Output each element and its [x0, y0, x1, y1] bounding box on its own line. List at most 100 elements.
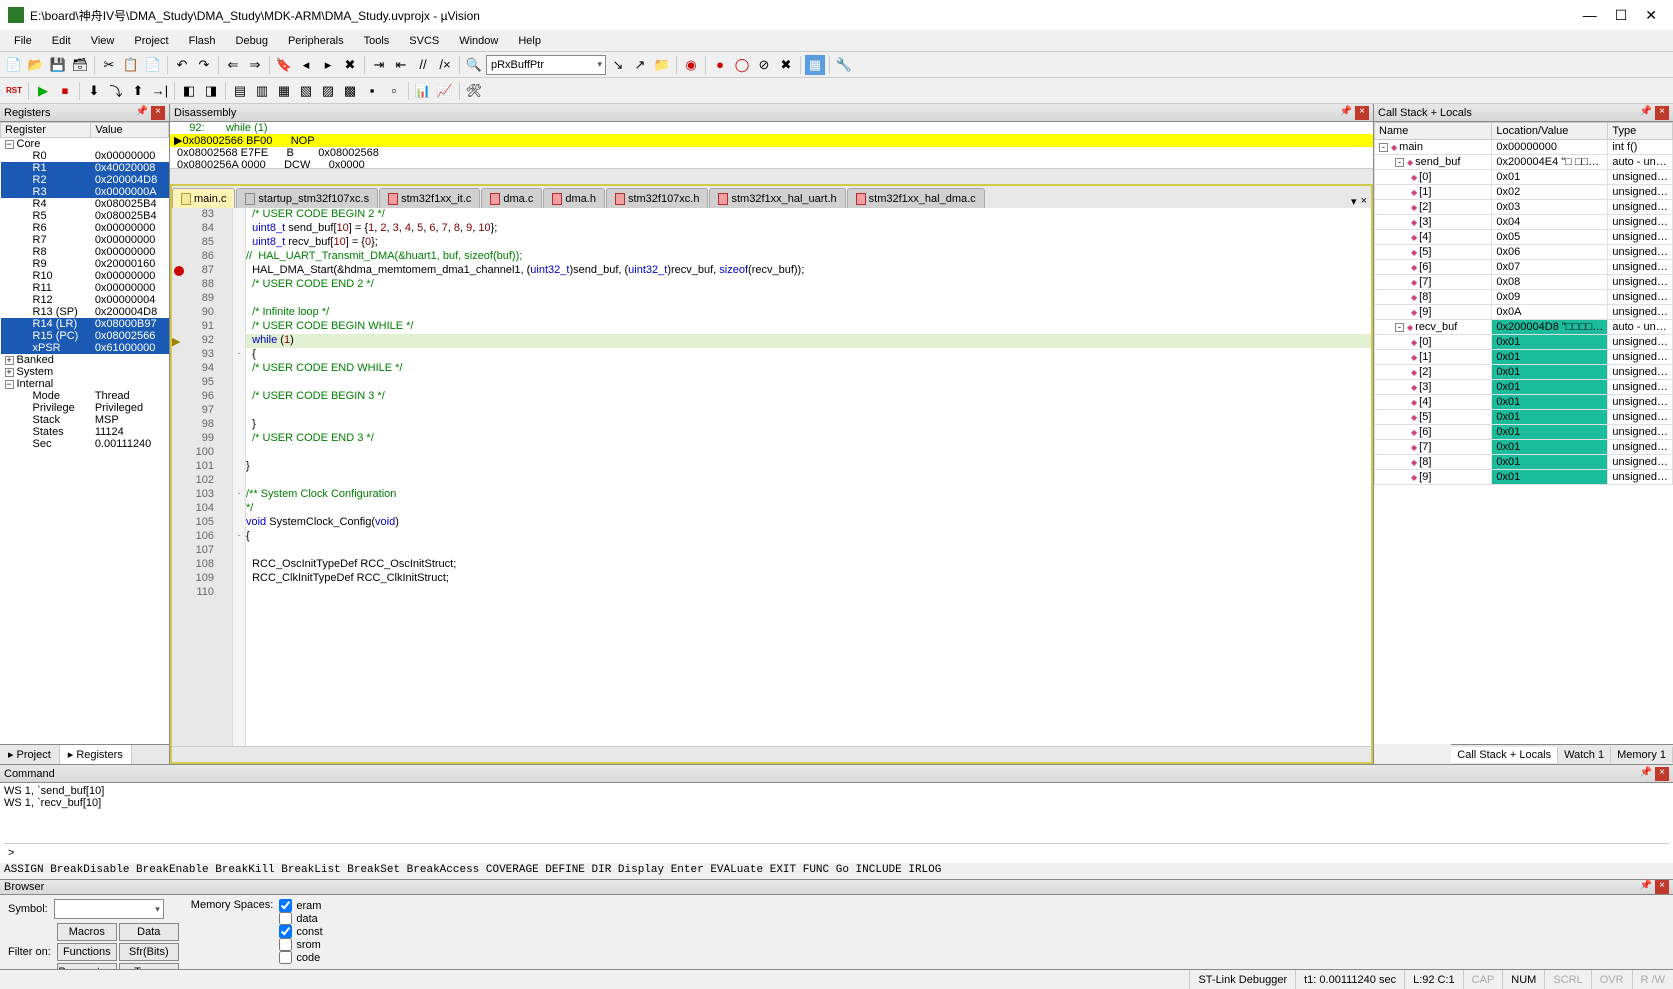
left-tab-registers[interactable]: ▸Registers	[60, 745, 132, 764]
memspace-checkbox[interactable]	[279, 951, 292, 964]
locals-row[interactable]: ◆[8]0x01unsigned…	[1375, 455, 1673, 470]
memspace-checkbox[interactable]	[279, 912, 292, 925]
editor-tab[interactable]: dma.h	[543, 188, 605, 208]
locals-row[interactable]: ◆[4]0x05unsigned…	[1375, 230, 1673, 245]
right-tab[interactable]: Watch 1	[1558, 747, 1611, 763]
locals-row[interactable]: ◆[1]0x02unsigned…	[1375, 185, 1673, 200]
locals-row[interactable]: ◆[9]0x0Aunsigned…	[1375, 305, 1673, 320]
locals-row[interactable]: -◆send_buf0x200004E4 "□ □□…auto - un…	[1375, 155, 1673, 170]
register-row[interactable]: R70x00000000	[1, 234, 169, 246]
code-line[interactable]: }	[246, 460, 1371, 474]
disasm-line[interactable]: 92: while (1)	[170, 122, 1373, 134]
code-line[interactable]	[246, 376, 1371, 390]
code-line[interactable]: /* USER CODE END 2 */	[246, 278, 1371, 292]
locals-row[interactable]: ◆[2]0x03unsigned…	[1375, 200, 1673, 215]
register-row[interactable]: R80x00000000	[1, 246, 169, 258]
bp-enable-icon[interactable]: ◯	[732, 55, 752, 75]
run-icon[interactable]: ▶	[33, 81, 53, 101]
stop-icon[interactable]: ⏹	[55, 81, 75, 101]
scrollbar[interactable]	[170, 168, 1373, 184]
register-group[interactable]: +Banked	[1, 354, 169, 366]
register-row[interactable]: R110x00000000	[1, 282, 169, 294]
nav-fwd-icon[interactable]: ⇒	[245, 55, 265, 75]
close-button[interactable]: ✕	[1645, 7, 1657, 24]
memspace-option[interactable]: srom	[279, 938, 322, 951]
code-line[interactable]: void SystemClock_Config(void)	[246, 516, 1371, 530]
locals-row[interactable]: ◆[5]0x06unsigned…	[1375, 245, 1673, 260]
bp-kill-icon[interactable]: ✖	[776, 55, 796, 75]
left-tab-project[interactable]: ▸Project	[0, 745, 60, 764]
browser-filter-button[interactable]: Functions	[57, 943, 117, 961]
find-icon[interactable]: 🔍	[464, 55, 484, 75]
menu-flash[interactable]: Flash	[179, 32, 226, 50]
locals-row[interactable]: ◆[8]0x09unsigned…	[1375, 290, 1673, 305]
editor-tab[interactable]: stm32f1xx_it.c	[379, 188, 480, 208]
cut-icon[interactable]: ✂	[99, 55, 119, 75]
locals-table[interactable]: NameLocation/ValueType -◆main0x00000000i…	[1374, 122, 1673, 744]
register-row[interactable]: R30x0000000A	[1, 186, 169, 198]
code-line[interactable]: /* USER CODE END 3 */	[246, 432, 1371, 446]
pin-icon[interactable]: 📌	[1639, 106, 1653, 120]
locals-row[interactable]: ◆[7]0x01unsigned…	[1375, 440, 1673, 455]
locals-row[interactable]: ◆[6]0x07unsigned…	[1375, 260, 1673, 275]
toolbox-icon[interactable]: 🛠	[464, 81, 484, 101]
register-row[interactable]: R120x00000004	[1, 294, 169, 306]
open-file-icon[interactable]: 📂	[26, 55, 46, 75]
menu-project[interactable]: Project	[124, 32, 178, 50]
register-row[interactable]: R00x00000000	[1, 150, 169, 162]
reset-icon[interactable]: RST	[4, 81, 24, 101]
serial-win-icon[interactable]: ▫	[384, 81, 404, 101]
redo-icon[interactable]: ↷	[194, 55, 214, 75]
register-row[interactable]: StackMSP	[1, 414, 169, 426]
menu-window[interactable]: Window	[449, 32, 508, 50]
register-row[interactable]: R20x200004D8	[1, 174, 169, 186]
register-row[interactable]: R13 (SP)0x200004D8	[1, 306, 169, 318]
step-into-icon[interactable]: ⬇	[84, 81, 104, 101]
code-line[interactable]: /* USER CODE BEGIN 3 */	[246, 390, 1371, 404]
undo-icon[interactable]: ↶	[172, 55, 192, 75]
code-line[interactable]: uint8_t recv_buf[10] = {0};	[246, 236, 1371, 250]
comment-icon[interactable]: //	[413, 55, 433, 75]
disasm-line[interactable]: ▶0x08002566 BF00 NOP	[170, 134, 1373, 147]
symbols-win-icon[interactable]: ▦	[274, 81, 294, 101]
run-to-cursor-icon[interactable]: →|	[150, 81, 170, 101]
bookmark-next-icon[interactable]: ▸	[318, 55, 338, 75]
register-row[interactable]: xPSR0x61000000	[1, 342, 169, 354]
browser-filter-button[interactable]: Macros	[57, 923, 117, 941]
register-group[interactable]: −Core	[1, 138, 169, 151]
code-line[interactable]	[246, 446, 1371, 460]
register-row[interactable]: R90x20000160	[1, 258, 169, 270]
code-line[interactable]: /* USER CODE BEGIN WHILE */	[246, 320, 1371, 334]
uncomment-icon[interactable]: /×	[435, 55, 455, 75]
step-out-icon[interactable]: ⬆	[128, 81, 148, 101]
find-in-files-icon[interactable]: 📁	[652, 55, 672, 75]
code-line[interactable]	[246, 586, 1371, 600]
code-line[interactable]: uint8_t send_buf[10] = {1, 2, 3, 4, 5, 6…	[246, 222, 1371, 236]
locals-row[interactable]: -◆main0x00000000int f()	[1375, 140, 1673, 155]
disasm-line[interactable]: 0x08002568 E7FE B 0x08002568	[170, 147, 1373, 159]
editor-tab[interactable]: dma.c	[481, 188, 542, 208]
save-icon[interactable]: 💾	[48, 55, 68, 75]
locals-row[interactable]: ◆[0]0x01unsigned…	[1375, 335, 1673, 350]
indent-icon[interactable]: ⇥	[369, 55, 389, 75]
code-line[interactable]: {	[246, 348, 1371, 362]
find-next-icon[interactable]: ↘	[608, 55, 628, 75]
right-tab[interactable]: Memory 1	[1611, 747, 1673, 763]
code-line[interactable]	[246, 292, 1371, 306]
locals-row[interactable]: ◆[4]0x01unsigned…	[1375, 395, 1673, 410]
code-line[interactable]: /* USER CODE END WHILE */	[246, 362, 1371, 376]
command-input[interactable]	[18, 846, 1669, 860]
register-row[interactable]: R10x40020008	[1, 162, 169, 174]
code-line[interactable]: RCC_ClkInitTypeDef RCC_ClkInitStruct;	[246, 572, 1371, 586]
register-row[interactable]: R14 (LR)0x08000B97	[1, 318, 169, 330]
bookmark-clear-icon[interactable]: ✖	[340, 55, 360, 75]
menu-view[interactable]: View	[81, 32, 125, 50]
menu-file[interactable]: File	[4, 32, 42, 50]
save-all-icon[interactable]: 🗃	[70, 55, 90, 75]
code-line[interactable]: /** System Clock Configuration	[246, 488, 1371, 502]
bp-insert-icon[interactable]: ●	[710, 55, 730, 75]
register-row[interactable]: PrivilegePrivileged	[1, 402, 169, 414]
register-group[interactable]: +System	[1, 366, 169, 378]
code-line[interactable]: /* Infinite loop */	[246, 306, 1371, 320]
show-regs-icon[interactable]: ◨	[201, 81, 221, 101]
